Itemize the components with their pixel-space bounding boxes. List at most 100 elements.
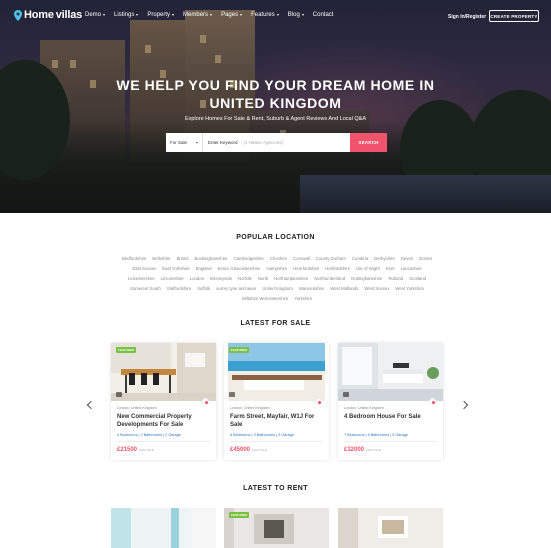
nav-item-features[interactable]: Features — [251, 12, 279, 18]
location-link[interactable]: West Yorkshire — [395, 286, 424, 292]
search-button[interactable]: SEARCH — [350, 133, 387, 152]
camera-icon[interactable] — [343, 392, 349, 397]
location-link[interactable]: Bedfordshire — [122, 256, 146, 262]
property-price: £32000 FOR SALE — [344, 447, 381, 453]
location-link[interactable]: Essex Gloucestershire — [217, 266, 260, 272]
location-link[interactable]: Northamptonshire — [274, 276, 308, 282]
property-search-bar: For Sale Enter Keyword (4 Hatton Agencie… — [166, 133, 387, 152]
location-link[interactable]: West Midlands — [330, 286, 358, 292]
location-link[interactable]: Nottinghamshire — [351, 276, 382, 282]
location-link[interactable]: Scotland — [409, 276, 426, 282]
location-link[interactable]: County Durham — [316, 256, 346, 262]
site-logo[interactable]: Home villas — [14, 9, 82, 21]
chevron-down-icon — [103, 14, 106, 16]
nav-item-pages[interactable]: Pages — [221, 12, 243, 18]
nav-item-property[interactable]: Property — [147, 12, 175, 18]
price-note: FOR SALE — [139, 448, 154, 452]
location-link[interactable]: East Sussex — [132, 266, 156, 272]
favorite-heart-icon[interactable] — [202, 398, 209, 405]
location-link[interactable]: Somerset South — [130, 286, 161, 292]
location-link[interactable]: West Sussex — [364, 286, 389, 292]
location-link[interactable]: surrey tyne and wear — [216, 286, 256, 292]
nav-item-contact[interactable]: Contact — [313, 12, 334, 18]
signin-register-link[interactable]: Sign In/Register — [448, 14, 486, 20]
nav-item-label: Listings — [114, 12, 135, 18]
chevron-down-icon — [136, 14, 139, 16]
chevron-down-icon — [276, 14, 279, 16]
location-link[interactable]: Cheshire — [270, 256, 287, 262]
location-link[interactable]: Cornwall — [293, 256, 310, 262]
chevron-down-icon — [196, 141, 198, 144]
property-title[interactable]: 4 Bedroom House For Sale — [344, 414, 437, 422]
camera-icon[interactable] — [116, 392, 122, 397]
card-divider — [117, 441, 210, 442]
location-link[interactable]: Yorkshire — [294, 296, 312, 302]
location-link[interactable]: Merseyside — [210, 276, 232, 282]
location-link[interactable]: Dorset — [419, 256, 432, 262]
carousel-prev-arrow-icon[interactable] — [86, 400, 96, 410]
location-link[interactable]: Bristol — [177, 256, 189, 262]
nav-item-label: Demo — [85, 12, 102, 18]
carousel-next-arrow-icon[interactable] — [459, 400, 469, 410]
favorite-heart-icon[interactable] — [315, 398, 322, 405]
featured-badge: FEATURED — [229, 512, 250, 518]
property-title[interactable]: Farm Street, Mayfair, W1J For Sale — [230, 414, 323, 429]
location-link[interactable]: Buckinghamshire — [195, 256, 228, 262]
rental-card[interactable]: FEATURED — [224, 508, 329, 548]
location-link[interactable]: Derbyshire — [374, 256, 395, 262]
logo-text-villas: villas — [55, 9, 83, 21]
keyword-search-input[interactable]: Enter Keyword (4 Hatton Agencies) — [203, 133, 350, 152]
nav-item-demo[interactable]: Demo — [85, 12, 106, 18]
hero-title-line: UNITED KINGDOM — [209, 95, 342, 111]
location-link[interactable]: Kent — [386, 266, 395, 272]
latest-to-rent-heading: LATEST TO RENT — [243, 485, 308, 492]
nav-item-label: Members — [183, 12, 209, 18]
location-link[interactable]: Devon — [401, 256, 413, 262]
location-link[interactable]: Isle of Wight — [356, 266, 380, 272]
property-location: London, United Kingdom — [344, 406, 384, 410]
location-link[interactable]: Northumberland — [314, 276, 345, 282]
property-card[interactable]: FEATURED London, United Kingdom New Comm… — [111, 343, 216, 460]
location-link[interactable]: United Kingdom — [262, 286, 293, 292]
create-property-button[interactable]: CREATE PROPERTY — [489, 10, 539, 22]
rental-card[interactable] — [338, 508, 443, 548]
property-card[interactable]: London, United Kingdom 4 Bedroom House F… — [338, 343, 443, 460]
location-link[interactable]: Wiltshire Worcestershire — [242, 296, 288, 302]
location-link[interactable]: Lincolnshire — [161, 276, 184, 282]
location-link[interactable]: Suffolk — [197, 286, 210, 292]
hero-title-line: WE HELP YOU FIND YOUR DREAM HOME IN — [116, 77, 435, 93]
location-link[interactable]: Cumbria — [352, 256, 368, 262]
property-title[interactable]: New Commercial Property Developments For… — [117, 414, 210, 429]
location-link[interactable]: Staffordshire — [167, 286, 191, 292]
nav-item-members[interactable]: Members — [183, 12, 213, 18]
location-link[interactable]: Rutland — [388, 276, 403, 282]
nav-item-listings[interactable]: Listings — [114, 12, 139, 18]
rental-card[interactable] — [111, 508, 216, 548]
location-link[interactable]: Hampshire — [266, 266, 287, 272]
popular-location-heading: POPULAR LOCATION — [236, 234, 315, 241]
location-link[interactable]: Berkshire — [152, 256, 170, 262]
nav-item-blog[interactable]: Blog — [288, 12, 304, 18]
listing-type-select[interactable]: For Sale — [166, 133, 203, 152]
location-link[interactable]: Cambridgeshire — [233, 256, 263, 262]
card-divider — [230, 441, 323, 442]
location-link[interactable]: London — [190, 276, 204, 282]
property-card[interactable]: FEATURED London, United Kingdom Farm Str… — [224, 343, 329, 460]
location-link[interactable]: East Yorkshire — [162, 266, 189, 272]
location-link[interactable]: Hertfordshire — [325, 266, 350, 272]
camera-icon[interactable] — [229, 392, 235, 397]
favorite-heart-icon[interactable] — [429, 398, 436, 405]
chevron-down-icon — [210, 14, 213, 16]
location-link[interactable]: Leicestershire — [128, 276, 155, 282]
latest-for-sale-heading: LATEST FOR SALE — [240, 320, 311, 327]
location-link[interactable]: North — [258, 276, 269, 282]
location-link[interactable]: Warwickshire — [299, 286, 324, 292]
location-link[interactable]: Herefordshire — [293, 266, 319, 272]
top-navbar: Home villas Demo Listings Property Member… — [0, 0, 551, 32]
featured-badge: FEATURED — [116, 347, 137, 353]
main-menu: Demo Listings Property Members Pages Fea… — [85, 12, 333, 18]
chevron-down-icon — [172, 14, 175, 16]
location-link[interactable]: England — [196, 266, 212, 272]
location-link[interactable]: Lancashire — [401, 266, 422, 272]
location-link[interactable]: Norfolk — [238, 276, 252, 282]
